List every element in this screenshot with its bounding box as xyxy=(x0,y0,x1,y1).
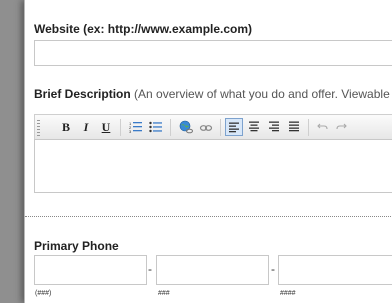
link-globe-icon xyxy=(179,120,193,134)
unlink-icon xyxy=(199,125,213,131)
toolbar-separator xyxy=(120,119,121,136)
align-left-button[interactable] xyxy=(225,118,243,136)
undo-button[interactable] xyxy=(314,118,332,136)
phone-line-input[interactable] xyxy=(278,255,392,285)
toolbar-separator xyxy=(220,119,221,136)
insert-link-button[interactable] xyxy=(177,118,195,136)
svg-text:3: 3 xyxy=(129,129,132,134)
toolbar-separator xyxy=(308,119,309,136)
ordered-list-button[interactable]: 123 xyxy=(127,118,145,136)
bullet-list-button[interactable] xyxy=(147,118,165,136)
phone-dash: - xyxy=(148,262,152,276)
justify-icon xyxy=(289,121,299,132)
align-center-button[interactable] xyxy=(245,118,263,136)
editor-toolbar: B I U 123 xyxy=(34,114,392,140)
description-textarea[interactable] xyxy=(34,139,392,193)
website-label: Website (ex: http://www.example.com) xyxy=(34,22,253,36)
phone-area-code-input[interactable] xyxy=(34,255,147,285)
redo-button[interactable] xyxy=(332,118,350,136)
phone-dash: - xyxy=(271,262,275,276)
unlink-button[interactable] xyxy=(197,118,215,136)
phone-prefix-hint: ### xyxy=(158,290,170,297)
bold-button[interactable]: B xyxy=(57,118,75,136)
underline-button[interactable]: U xyxy=(97,118,115,136)
redo-icon xyxy=(336,123,347,130)
align-center-icon xyxy=(249,121,259,132)
website-input[interactable] xyxy=(34,40,392,66)
phone-area-code-hint: (###) xyxy=(35,290,52,297)
form-panel: Website (ex: http://www.example.com) Bri… xyxy=(24,0,392,303)
section-divider xyxy=(25,216,392,217)
ordered-list-icon: 123 xyxy=(129,121,142,134)
toolbar-separator xyxy=(170,119,171,136)
phone-prefix-input[interactable] xyxy=(156,255,269,285)
phone-line-hint: #### xyxy=(280,290,296,297)
align-right-button[interactable] xyxy=(265,118,283,136)
description-label-text: Brief Description xyxy=(34,87,131,101)
undo-icon xyxy=(317,123,328,130)
justify-button[interactable] xyxy=(285,118,303,136)
phone-label: Primary Phone xyxy=(34,239,119,253)
italic-button[interactable]: I xyxy=(77,118,95,136)
description-label: Brief Description (An overview of what y… xyxy=(34,87,392,101)
description-hint: (An overview of what you do and offer. V… xyxy=(134,87,392,101)
toolbar-grip[interactable] xyxy=(37,120,40,136)
align-right-icon xyxy=(269,121,279,132)
align-left-icon xyxy=(229,122,239,133)
bullet-list-icon xyxy=(149,121,162,133)
